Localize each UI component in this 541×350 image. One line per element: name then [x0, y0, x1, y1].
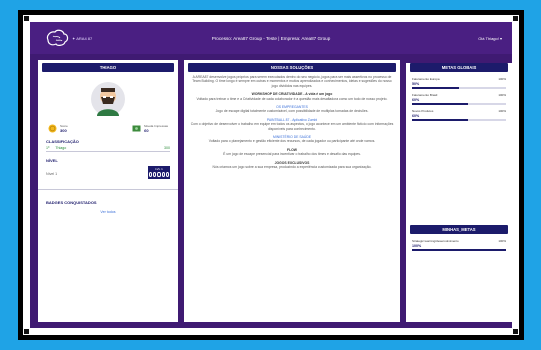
ranking-row: 1º Thiago 300: [46, 146, 170, 150]
solution-text: Nós criamos um jogo sobre a sua empresa,…: [212, 165, 372, 170]
goal-percent: 60%: [412, 98, 420, 102]
global-goals-panel: METAS GLOBAIS Faturamento Europa 100% 50%…: [406, 63, 512, 239]
solution-text: Voltado para o planejamento e gestão efi…: [208, 139, 376, 144]
avatar: [91, 82, 125, 116]
frame-corner: [513, 329, 518, 334]
goal-percent: 60%: [412, 114, 420, 118]
goal-item: Faturamento Europa 100% 50%: [406, 75, 512, 91]
my-goals-title: MINHAS_METAS: [410, 225, 508, 234]
global-goals-title: METAS GLOBAIS: [410, 63, 508, 72]
goal-progress-fill: [412, 87, 459, 89]
solution-text: É um jogo de escape presencial para ince…: [223, 152, 361, 157]
ranking-score: 300: [164, 146, 170, 150]
user-menu-button[interactable]: Olá Thiago! ▾: [478, 36, 502, 41]
goal-percent: 100%: [412, 244, 422, 248]
level-row: Nível 1 LVL 1: [46, 166, 170, 179]
goal-progress-bar: [412, 87, 506, 89]
solutions-panel: NOSSAS SOLUÇÕES A AREA87 desenvolve jogo…: [184, 60, 400, 322]
goal-progress-bar: [412, 119, 506, 121]
frame-corner: [24, 16, 29, 21]
level-text: Nível 1: [46, 172, 58, 176]
goal-target: 100%: [498, 239, 506, 243]
goal-target: 100%: [498, 93, 506, 97]
solutions-intro: A AREA87 desenvolve jogos próprios para …: [192, 75, 392, 88]
profile-panel: THIAGO Score 300 Moeda Impressas 60 CLAS…: [38, 60, 178, 322]
solutions-content: A AREA87 desenvolve jogos próprios para …: [184, 75, 400, 170]
level-dots: [149, 172, 170, 177]
nivel-title: NÍVEL: [46, 158, 58, 163]
goal-item: Faturamento Brasil 100% 60%: [406, 91, 512, 107]
photo-frame: ✦ ARA4 87 Processo: Area87 Group - Teste…: [18, 10, 524, 340]
goal-progress-fill: [412, 249, 506, 251]
ranking-name: Thiago: [55, 146, 67, 150]
goal-name: Strategic learning/desenvolvimento: [412, 239, 459, 243]
profile-stats: Score 300 Moeda Impressas 60: [38, 124, 178, 133]
score-stat: Score 300: [48, 124, 68, 133]
goal-item: Strategic learning/desenvolvimento 100% 1…: [406, 237, 512, 253]
goal-progress-bar: [412, 103, 506, 105]
goals-column: METAS GLOBAIS Faturamento Europa 100% 50%…: [406, 60, 512, 322]
top-bar: ✦ ARA4 87 Processo: Area87 Group - Teste…: [30, 22, 512, 54]
frame-mat: ✦ ARA4 87 Processo: Area87 Group - Teste…: [23, 15, 519, 335]
ranking-position: 1º: [46, 146, 50, 150]
level-badge: LVL 1: [148, 166, 170, 179]
goal-target: 100%: [498, 109, 506, 113]
frame-corner: [513, 16, 518, 21]
classificacao-title: CLASSIFICAÇÃO: [46, 139, 79, 144]
see-all-badges-link[interactable]: Ver todos: [38, 210, 178, 214]
score-value: 300: [60, 128, 67, 133]
cash-icon: [132, 125, 141, 132]
goal-item: Novos Produtos 100% 60%: [406, 107, 512, 123]
frame-corner: [24, 329, 29, 334]
goal-progress-fill: [412, 103, 469, 105]
profile-name: THIAGO: [42, 63, 174, 72]
page-title: Processo: Area87 Group - Teste | Empresa…: [211, 36, 331, 41]
solution-text: Com o objetivo de desenvolver o trabalho…: [190, 122, 394, 131]
goal-name: Faturamento Europa: [412, 77, 440, 81]
solution-text: Voltado para treinar o time e a Criativi…: [196, 96, 388, 101]
my-goals-panel: MINHAS_METAS Strategic learning/desenvol…: [406, 222, 512, 322]
goal-name: Faturamento Brasil: [412, 93, 438, 97]
goal-name: Novos Produtos: [412, 109, 434, 113]
level-badge-label: LVL 1: [155, 167, 163, 171]
coins-value: 60: [144, 128, 149, 133]
goal-progress-fill: [412, 119, 469, 121]
badges-title: BADGES CONQUISTADOS: [38, 188, 178, 206]
coins-stat: Moeda Impressas 60: [132, 124, 168, 133]
goal-progress-bar: [412, 249, 506, 251]
solution-text: Jogo de escape digital totalmente custom…: [215, 109, 369, 114]
goal-percent: 50%: [412, 82, 420, 86]
goal-target: 100%: [498, 77, 506, 81]
coin-icon: [48, 124, 57, 133]
app-window: ✦ ARA4 87 Processo: Area87 Group - Teste…: [30, 22, 512, 328]
solutions-title: NOSSAS SOLUÇÕES: [188, 63, 396, 72]
